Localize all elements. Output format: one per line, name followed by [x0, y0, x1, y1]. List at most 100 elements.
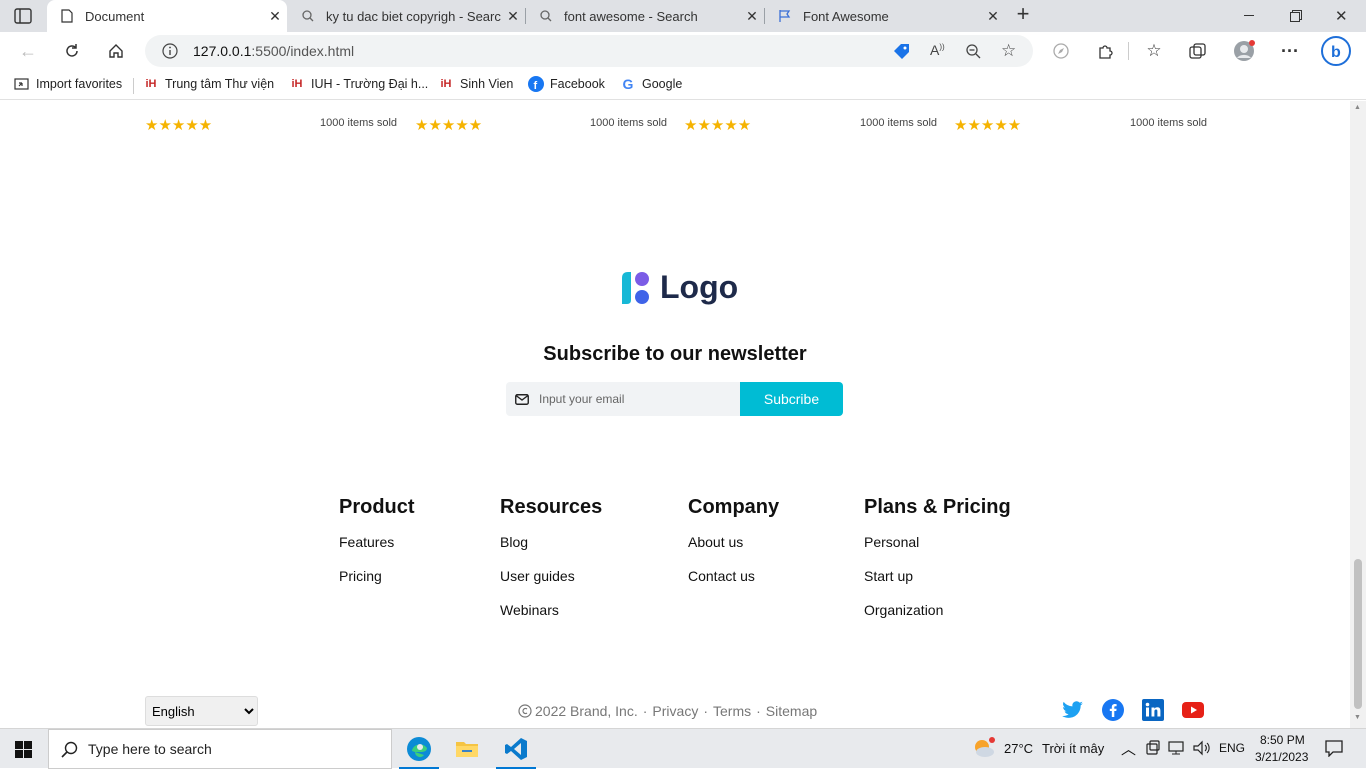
taskbar-edge-app[interactable] [395, 729, 443, 769]
footer-link-start-up[interactable]: Start up [864, 567, 1011, 601]
taskbar-vscode-app[interactable] [492, 729, 540, 769]
input-language[interactable]: ENG [1219, 741, 1245, 755]
privacy-link[interactable]: Privacy [652, 703, 698, 719]
favorite-import[interactable]: Import favorites [14, 76, 122, 92]
tab-search-fontawesome[interactable]: font awesome - Search ✕ [526, 0, 764, 32]
windows-start-icon[interactable] [15, 741, 32, 763]
address-bar[interactable]: 127.0.0.1:5500/index.html A)) ☆ [145, 35, 1033, 67]
restore-icon[interactable] [1290, 9, 1302, 22]
home-icon[interactable] [101, 36, 131, 66]
coupon-tag-icon[interactable] [893, 43, 911, 64]
favorite-sinh-vien[interactable]: iH Sinh Vien [438, 76, 514, 92]
add-favorite-icon[interactable]: ☆ [1001, 41, 1016, 61]
favorite-trung-tam[interactable]: iH Trung tâm Thư viện [143, 76, 275, 92]
facebook-icon[interactable] [1102, 699, 1124, 721]
linkedin-icon[interactable] [1142, 699, 1164, 721]
weather-condition[interactable]: Trời ít mây [1042, 741, 1104, 756]
footer-link-blog[interactable]: Blog [500, 533, 602, 567]
copyright-icon [518, 704, 532, 718]
zoom-out-icon[interactable] [965, 43, 981, 64]
extensions-icon[interactable] [1090, 36, 1120, 66]
star-rating: ★★★★★ [145, 117, 213, 134]
browser-toolbar: ← 127.0.0.1:5500/index.html A)) ☆ ☆ ··· … [0, 32, 1366, 70]
star-rating: ★★★★★ [684, 117, 752, 134]
favorite-iuh[interactable]: iH IUH - Trường Đại h... [289, 76, 429, 92]
taskbar-search-box[interactable]: Type here to search [48, 729, 392, 769]
twitter-icon[interactable] [1062, 699, 1084, 721]
footer-column-title: Company [688, 496, 780, 518]
tab-document[interactable]: Document ✕ [47, 0, 287, 32]
weather-temperature[interactable]: 27°C [1004, 741, 1033, 756]
footer-link-user-guides[interactable]: User guides [500, 567, 602, 601]
scroll-down-arrow-icon[interactable]: ▼ [1354, 714, 1361, 721]
iuh-icon: iH [145, 78, 157, 90]
collections-icon[interactable] [1183, 36, 1213, 66]
youtube-icon[interactable] [1182, 699, 1204, 721]
footer-link-features[interactable]: Features [339, 533, 415, 567]
clock-time[interactable]: 8:50 PM [1260, 733, 1305, 747]
items-sold-label: 1000 items sold [860, 117, 938, 129]
favorite-google[interactable]: G Google [620, 76, 683, 92]
footer-link-personal[interactable]: Personal [864, 533, 1011, 567]
tab-font-awesome[interactable]: Font Awesome ✕ [765, 0, 1005, 32]
speaker-icon[interactable] [1193, 740, 1211, 759]
scroll-up-arrow-icon[interactable]: ▲ [1354, 104, 1361, 111]
tab-search-copyright[interactable]: ky tu dac biet copyrigh - Search ✕ [288, 0, 525, 32]
folder-icon [456, 742, 478, 757]
sitemap-link[interactable]: Sitemap [766, 703, 817, 719]
flag-icon [777, 8, 793, 24]
footer-column-title: Resources [500, 496, 603, 518]
clock-date[interactable]: 3/21/2023 [1255, 750, 1308, 764]
read-aloud-icon[interactable]: A)) [930, 42, 945, 58]
svg-text:f: f [534, 80, 538, 92]
back-icon[interactable]: ← [13, 36, 43, 66]
bing-chat-icon[interactable]: b [1321, 36, 1351, 66]
more-menu-icon[interactable]: ··· [1275, 36, 1305, 66]
logo-mark-icon [622, 271, 649, 304]
notification-icon[interactable] [1325, 739, 1343, 760]
close-tab-icon[interactable]: ✕ [981, 8, 1005, 25]
favorites-icon[interactable]: ☆ [1139, 36, 1169, 66]
search-icon [538, 8, 554, 24]
footer-column-title: Product [339, 496, 415, 518]
copyright-line: 2022 Brand, Inc. · Privacy · Terms · Sit… [518, 703, 817, 719]
windows-taskbar: Type here to search 27°C Trời ít mây ︿ E… [0, 728, 1366, 769]
profile-avatar[interactable] [1229, 36, 1259, 66]
footer-link-about-us[interactable]: About us [688, 533, 779, 567]
footer-link-contact-us[interactable]: Contact us [688, 567, 779, 601]
favorites-bar: Import favorites iH Trung tâm Thư viện i… [0, 70, 1366, 100]
taskbar-file-explorer-app[interactable] [443, 729, 491, 769]
info-icon[interactable] [162, 43, 178, 64]
email-field-wrapper [506, 382, 740, 416]
refresh-icon[interactable] [57, 36, 87, 66]
taskbar-search-placeholder: Type here to search [88, 741, 212, 757]
close-tab-icon[interactable]: ✕ [501, 8, 525, 25]
new-tab-icon[interactable]: + [1012, 3, 1034, 26]
favorite-facebook[interactable]: f Facebook [528, 76, 605, 92]
close-tab-icon[interactable]: ✕ [740, 8, 764, 25]
brand-logo[interactable]: Logo [618, 269, 738, 306]
close-window-icon[interactable]: ✕ [1335, 7, 1348, 25]
vscode-icon [505, 738, 527, 760]
footer-link-pricing[interactable]: Pricing [339, 567, 415, 601]
network-icon[interactable] [1168, 740, 1186, 759]
tab-actions-icon[interactable] [14, 8, 32, 24]
facebook-icon: f [528, 76, 544, 92]
search-icon [61, 741, 78, 758]
close-tab-icon[interactable]: ✕ [263, 8, 287, 25]
scrollbar-thumb[interactable] [1354, 559, 1362, 709]
language-select[interactable]: English [145, 696, 258, 726]
minimize-icon[interactable] [1244, 15, 1254, 16]
chevron-up-icon[interactable]: ︿ [1121, 738, 1136, 759]
footer-link-organization[interactable]: Organization [864, 601, 1011, 635]
weather-icon[interactable] [970, 736, 996, 765]
logo-text: Logo [660, 269, 739, 305]
items-sold-label: 1000 items sold [320, 117, 398, 129]
page-scrollbar[interactable]: ▲ ▼ [1350, 101, 1366, 728]
tray-app-icon[interactable] [1146, 740, 1160, 759]
email-input[interactable] [539, 392, 729, 406]
subscribe-button[interactable]: Subcribe [740, 382, 843, 416]
footer-link-webinars[interactable]: Webinars [500, 601, 602, 635]
compass-icon[interactable] [1046, 36, 1076, 66]
terms-link[interactable]: Terms [713, 703, 751, 719]
